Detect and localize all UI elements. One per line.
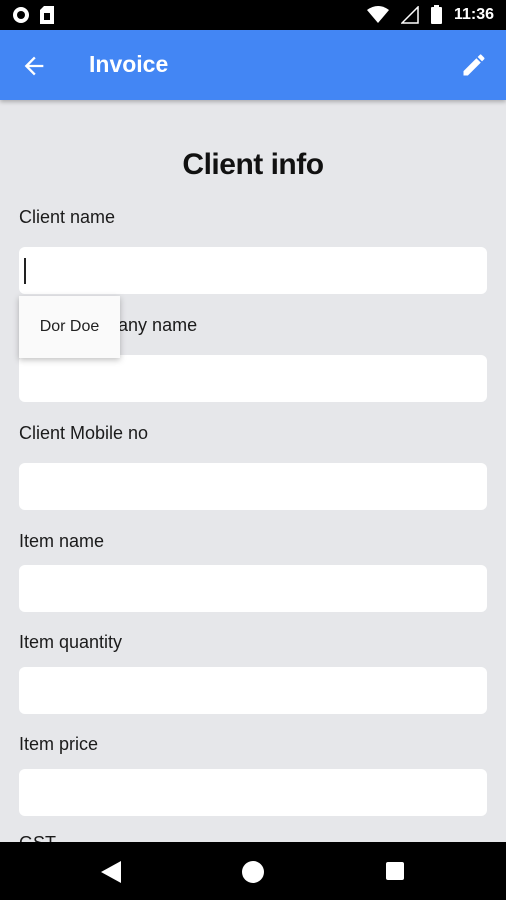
- item-price-label: Item price: [19, 734, 99, 754]
- client-mobile-input[interactable]: [19, 463, 487, 510]
- client-mobile-label: Client Mobile no: [19, 423, 149, 443]
- nav-back-icon[interactable]: [101, 861, 121, 883]
- client-name-label: Client name: [19, 207, 116, 227]
- autocomplete-suggestion[interactable]: Dor Doe: [19, 296, 120, 358]
- record-icon: [13, 7, 29, 23]
- client-company-name-input[interactable]: [19, 355, 487, 402]
- nav-recent-apps-icon[interactable]: [386, 862, 404, 880]
- status-left-icons: [12, 6, 54, 24]
- text-cursor: [24, 258, 26, 284]
- pencil-edit-icon[interactable]: [460, 51, 488, 79]
- form-content: Client info Client name Client Company n…: [0, 100, 506, 842]
- battery-icon: [430, 5, 442, 24]
- navigation-bar: [0, 842, 506, 900]
- status-bar: 11:36: [0, 0, 506, 30]
- wifi-icon: [366, 5, 389, 23]
- app-title: Invoice: [89, 51, 169, 77]
- item-quantity-input[interactable]: [19, 667, 487, 714]
- status-right-icons: 11:36: [366, 5, 494, 24]
- arrow-back-icon[interactable]: [20, 52, 48, 80]
- item-name-input[interactable]: [19, 565, 487, 612]
- item-price-input[interactable]: [19, 769, 487, 816]
- gst-label: GST: [19, 833, 56, 842]
- client-name-input[interactable]: [19, 247, 487, 294]
- status-time: 11:36: [453, 5, 494, 23]
- nav-home-icon[interactable]: [242, 861, 264, 883]
- item-quantity-label: Item quantity: [19, 632, 123, 652]
- item-name-label: Item name: [19, 531, 105, 551]
- no-signal-icon: [400, 5, 419, 24]
- sim-card-icon: [40, 6, 54, 24]
- section-title: Client info: [182, 148, 324, 181]
- app-bar: Invoice: [0, 30, 506, 100]
